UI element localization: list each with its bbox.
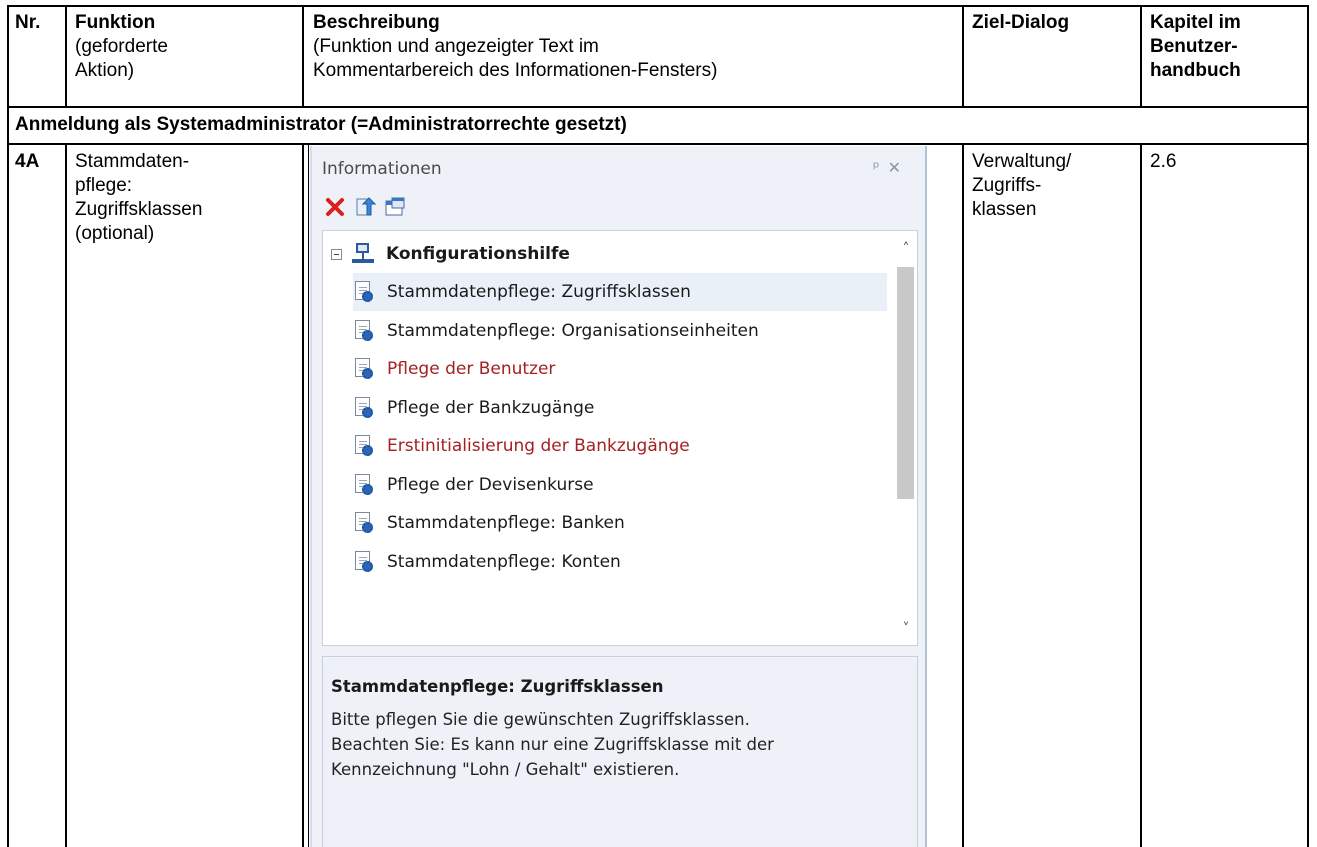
tree-item-label: Pflege der Devisenkurse [387,474,594,495]
header-beschreibung-title: Beschreibung [313,12,440,33]
table-border-right [1307,5,1309,847]
tree-item[interactable]: Erstinitialisierung der Bankzugänge [353,427,690,465]
tree-item[interactable]: Stammdatenpflege: Konten [353,543,621,581]
row-funktion: Stammdaten- pflege: Zugriffsklassen (opt… [75,151,203,244]
tree-item-label: Pflege der Benutzer [387,359,556,379]
tree-root-label: Konfigurationshilfe [386,244,570,264]
network-computer-icon [352,242,376,266]
col-divider-4b [1140,143,1142,847]
col-divider-2 [302,5,304,106]
config-page-icon [353,280,375,304]
tree-item-label: Stammdatenpflege: Konten [387,551,621,572]
scrollbar-thumb[interactable] [897,267,914,499]
close-icon[interactable]: ✕ [888,158,909,177]
config-page-icon [353,511,375,535]
scrollbar[interactable]: ˄ ˅ [895,231,917,645]
panel-title: Informationen [322,159,442,179]
scroll-up-icon[interactable]: ˄ [899,241,913,257]
header-beschreibung-sub: (Funktion und angezeigter Text im Kommen… [313,36,718,81]
tree-item[interactable]: Stammdatenpflege: Zugriffsklassen [353,273,887,311]
tree-item-label: Pflege der Bankzugänge [387,397,595,418]
col-divider-3b [962,143,964,847]
config-page-icon [353,319,375,343]
config-page-icon [353,434,375,458]
config-page-icon [353,550,375,574]
scroll-down-icon[interactable]: ˅ [899,621,913,637]
config-page-icon [353,357,375,381]
tree-item[interactable]: Pflege der Benutzer [353,350,555,388]
header-funktion-title: Funktion [75,12,156,33]
tree-root[interactable]: Konfigurationshilfe [323,235,570,273]
table-border-left [7,5,9,847]
col-divider-4 [1140,5,1142,106]
section-title: Anmeldung als Systemadministrator (=Admi… [15,114,627,135]
panel-toolbar [322,194,408,222]
row-kapitel: 2.6 [1150,151,1177,172]
header-funktion-sub: (geforderte Aktion) [75,36,168,81]
table-rule-header [7,106,1309,108]
move-up-icon[interactable] [352,194,378,220]
tree-item[interactable]: Stammdatenpflege: Banken [353,504,625,542]
col-divider-2b [302,143,304,847]
config-page-icon [353,473,375,497]
tree-item-label: Stammdatenpflege: Zugriffsklassen [387,282,691,302]
col-divider-1b [65,143,67,847]
header-nr: Nr. [15,12,41,33]
window-icon[interactable] [382,194,408,220]
header-ziel-dialog: Ziel-Dialog [972,12,1070,33]
tree-item-label: Stammdatenpflege: Organisationseinheiten [387,320,759,341]
col-divider-2c [308,143,309,847]
collapse-icon[interactable] [331,248,342,260]
table-border-top [7,5,1309,7]
description-title: Stammdatenpflege: Zugriffsklassen [331,677,664,696]
col-divider-3 [962,5,964,106]
header-funktion: Funktion (geforderte Aktion) [75,11,168,83]
config-tree[interactable]: Konfigurationshilfe Stammdatenpflege: Zu… [322,230,918,646]
tree-item[interactable]: Pflege der Bankzugänge [353,389,594,427]
header-kapitel: Kapitel im Benutzer- handbuch [1150,12,1241,81]
tree-item[interactable]: Pflege der Devisenkurse [353,466,594,504]
description-area: Stammdatenpflege: Zugriffsklassen Bitte … [322,656,918,847]
tree-item-label: Stammdatenpflege: Banken [387,513,625,533]
config-page-icon [353,396,375,420]
tree-item[interactable]: Stammdatenpflege: Organisationseinheiten [353,312,759,350]
delete-icon[interactable] [322,194,348,220]
row-ziel-dialog: Verwaltung/ Zugriffs- klassen [972,151,1072,220]
panel-window-buttons: ᵖ✕ [873,158,909,177]
col-divider-1 [65,5,67,106]
informationen-panel: Informationen ᵖ✕ Konfigurationshilfe Sta… [310,146,927,847]
header-beschreibung: Beschreibung (Funktion und angezeigter T… [313,11,717,83]
description-text: Bitte pflegen Sie die gewünschten Zugrif… [331,710,774,779]
pin-icon[interactable]: ᵖ [873,158,888,177]
row-nr: 4A [15,151,40,172]
tree-item-label: Erstinitialisierung der Bankzugänge [387,436,690,456]
table-rule-section [7,143,1309,145]
